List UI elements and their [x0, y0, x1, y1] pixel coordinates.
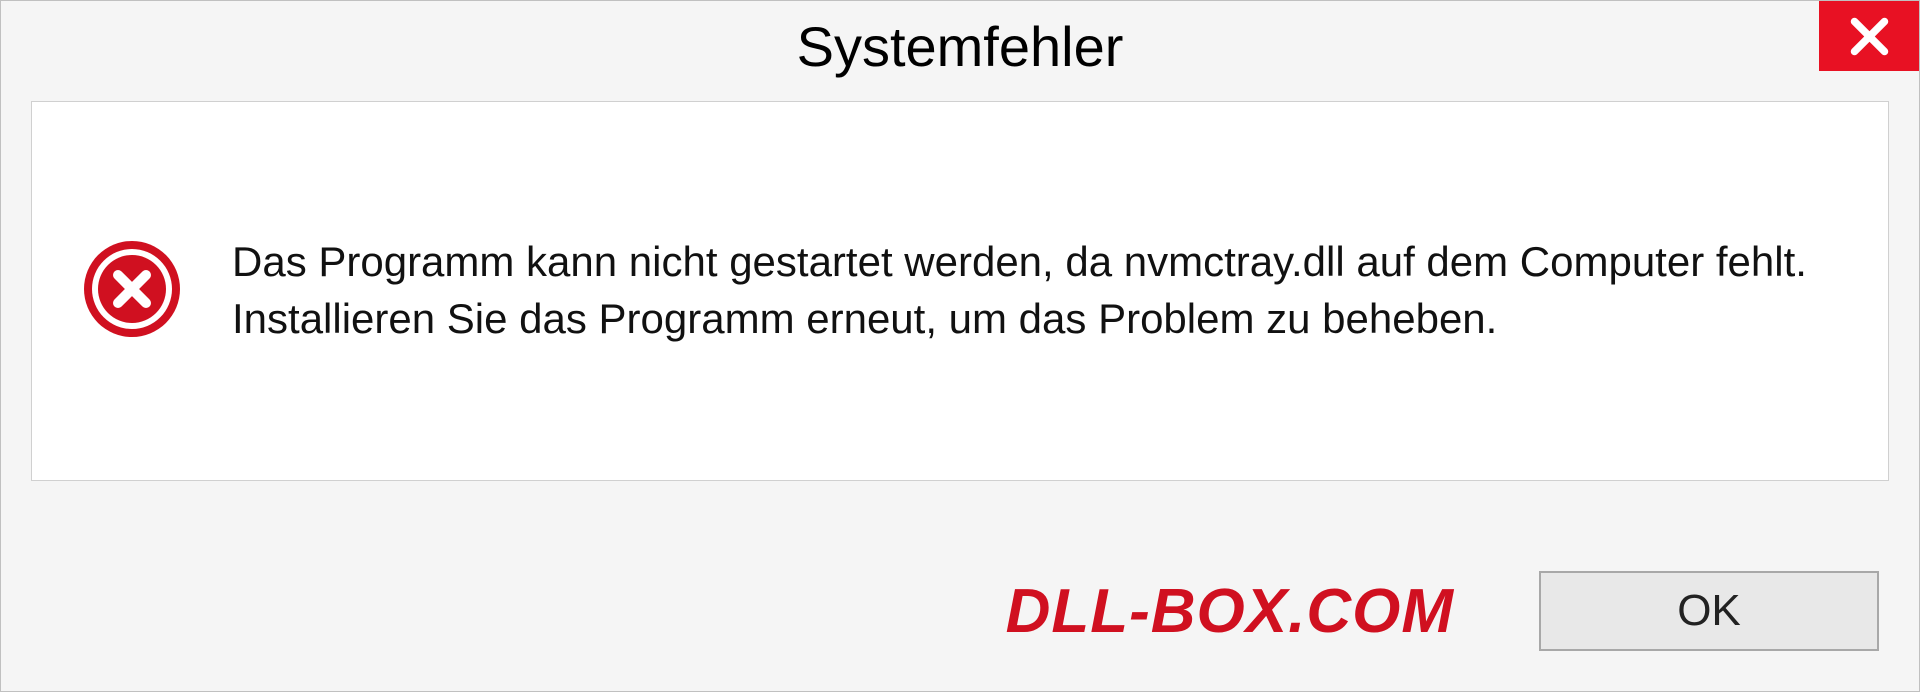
error-icon [82, 239, 182, 339]
titlebar: Systemfehler [1, 1, 1919, 91]
close-button[interactable] [1819, 1, 1919, 71]
message-box: Das Programm kann nicht gestartet werden… [31, 101, 1889, 481]
close-icon [1847, 14, 1892, 59]
error-message: Das Programm kann nicht gestartet werden… [232, 234, 1838, 347]
watermark-text: DLL-BOX.COM [1006, 576, 1454, 647]
window-title: Systemfehler [797, 14, 1124, 79]
footer: DLL-BOX.COM OK [1, 561, 1919, 661]
error-dialog: Systemfehler Das Programm kann nicht ges… [0, 0, 1920, 692]
ok-button[interactable]: OK [1539, 571, 1879, 651]
error-icon-wrapper [82, 239, 182, 344]
